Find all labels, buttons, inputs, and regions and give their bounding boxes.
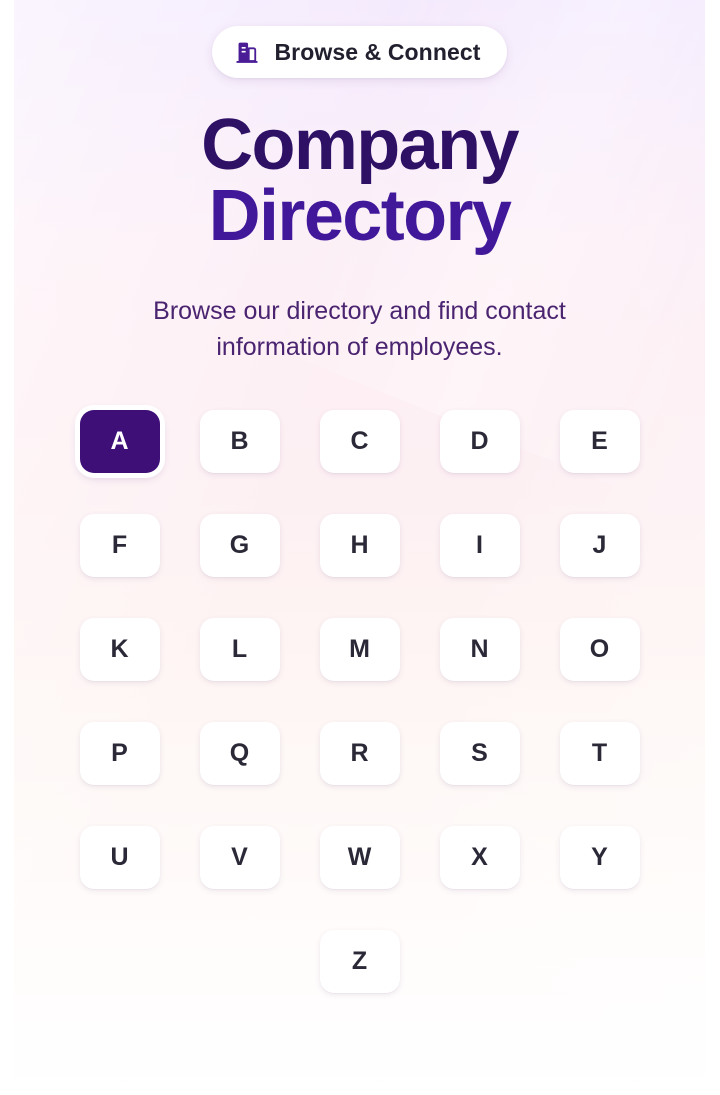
alphabet-button-t[interactable]: T (559, 721, 640, 785)
alphabet-button-label: F (111, 530, 128, 559)
alphabet-button-label: G (229, 530, 250, 559)
alphabet-button-label: P (111, 738, 128, 767)
alphabet-button-n[interactable]: N (439, 617, 520, 681)
alphabet-button-q[interactable]: Q (199, 721, 280, 785)
alphabet-button-label: Y (591, 842, 608, 871)
browse-connect-badge[interactable]: Browse & Connect (212, 26, 507, 78)
alphabet-button-r[interactable]: R (319, 721, 400, 785)
page-subtitle: Browse our directory and find contact in… (153, 297, 566, 362)
alphabet-button-label: M (349, 634, 370, 663)
alphabet-button-u[interactable]: U (79, 825, 160, 889)
alphabet-button-d[interactable]: D (439, 409, 520, 473)
building-icon (234, 39, 260, 65)
alphabet-button-label: I (476, 530, 483, 559)
alphabet-button-label: E (591, 426, 608, 455)
alphabet-button-label: B (230, 426, 249, 455)
alphabet-button-s[interactable]: S (439, 721, 520, 785)
alphabet-button-label: N (470, 634, 489, 663)
alphabet-button-g[interactable]: G (199, 513, 280, 577)
alphabet-button-label: H (350, 530, 369, 559)
alphabet-button-e[interactable]: E (559, 409, 640, 473)
alphabet-button-label: C (350, 426, 369, 455)
alphabet-button-label: D (470, 426, 489, 455)
page-content: Browse & Connect Company Directory Brows… (14, 0, 705, 1095)
alphabet-button-label: U (110, 842, 129, 871)
alphabet-button-p[interactable]: P (79, 721, 160, 785)
alphabet-button-m[interactable]: M (319, 617, 400, 681)
alphabet-button-label: Z (351, 946, 368, 975)
alphabet-button-label: J (592, 530, 607, 559)
alphabet-button-label: T (591, 738, 608, 767)
alphabet-button-label: R (350, 738, 369, 767)
page-canvas: Browse & Connect Company Directory Brows… (14, 0, 705, 1095)
page-title-line2: Directory (208, 175, 512, 256)
alphabet-button-c[interactable]: C (319, 409, 400, 473)
alphabet-button-i[interactable]: I (439, 513, 520, 577)
alphabet-button-label: X (471, 842, 488, 871)
alphabet-button-label: W (347, 842, 372, 871)
alphabet-button-label: A (110, 426, 129, 455)
alphabet-filter-last-row: Z (60, 929, 660, 993)
page-title: Company Directory (201, 109, 519, 256)
alphabet-button-o[interactable]: O (559, 617, 640, 681)
alphabet-button-label: L (231, 634, 248, 663)
alphabet-button-k[interactable]: K (79, 617, 160, 681)
alphabet-button-x[interactable]: X (439, 825, 520, 889)
alphabet-button-h[interactable]: H (319, 513, 400, 577)
badge-label: Browse & Connect (274, 38, 481, 65)
page-title-line1: Company (201, 105, 519, 185)
alphabet-button-j[interactable]: J (559, 513, 640, 577)
alphabet-button-a[interactable]: A (79, 409, 160, 473)
alphabet-button-y[interactable]: Y (559, 825, 640, 889)
alphabet-button-z[interactable]: Z (319, 929, 400, 993)
alphabet-button-label: K (110, 634, 129, 663)
directory-screen: Browse & Connect Company Directory Brows… (0, 0, 720, 1095)
alphabet-button-l[interactable]: L (199, 617, 280, 681)
alphabet-button-label: Q (229, 738, 250, 767)
alphabet-button-b[interactable]: B (199, 409, 280, 473)
alphabet-button-f[interactable]: F (79, 513, 160, 577)
alphabet-button-label: V (231, 842, 248, 871)
alphabet-button-label: O (589, 634, 610, 663)
alphabet-button-w[interactable]: W (319, 825, 400, 889)
alphabet-button-label: S (471, 738, 488, 767)
alphabet-button-v[interactable]: V (199, 825, 280, 889)
alphabet-filter-grid: A B C D E F G H I J K L M N O P Q R S T U V W X Y (60, 409, 660, 889)
